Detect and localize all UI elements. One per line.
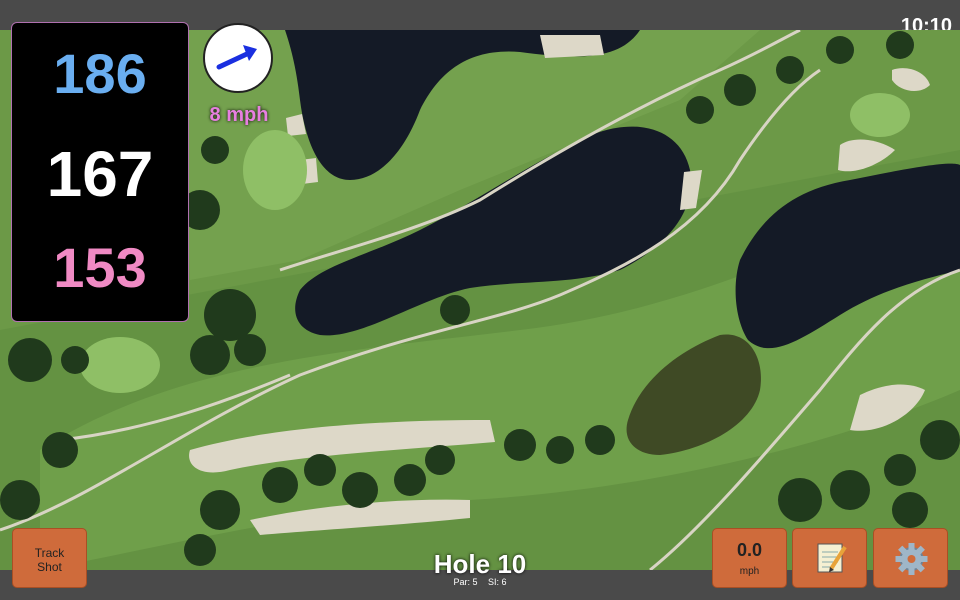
wind-indicator bbox=[203, 23, 273, 93]
hole-par: Par: 5 bbox=[453, 577, 478, 587]
distance-back: 153 bbox=[53, 236, 147, 299]
hole-stroke-index: SI: 6 bbox=[488, 577, 507, 587]
distance-panel: 186 167 153 bbox=[11, 22, 189, 322]
speed-unit: mph bbox=[739, 566, 760, 577]
notes-button[interactable] bbox=[792, 528, 867, 588]
arrow-icon bbox=[216, 45, 257, 70]
speed-value: 0.0 bbox=[736, 540, 763, 560]
notepad-icon bbox=[817, 543, 847, 573]
hole-info: Par: 5 SI: 6 bbox=[380, 577, 580, 587]
settings-button[interactable] bbox=[873, 528, 948, 588]
track-shot-button[interactable]: Track Shot bbox=[12, 528, 87, 588]
gear-icon bbox=[895, 543, 928, 575]
speed-button[interactable]: 0.0 mph bbox=[712, 528, 787, 588]
distance-front: 186 bbox=[53, 42, 147, 105]
distance-center: 167 bbox=[46, 138, 154, 210]
hole-title: Hole 10 bbox=[433, 549, 527, 579]
wind-speed-label: 8 mph bbox=[209, 104, 269, 126]
